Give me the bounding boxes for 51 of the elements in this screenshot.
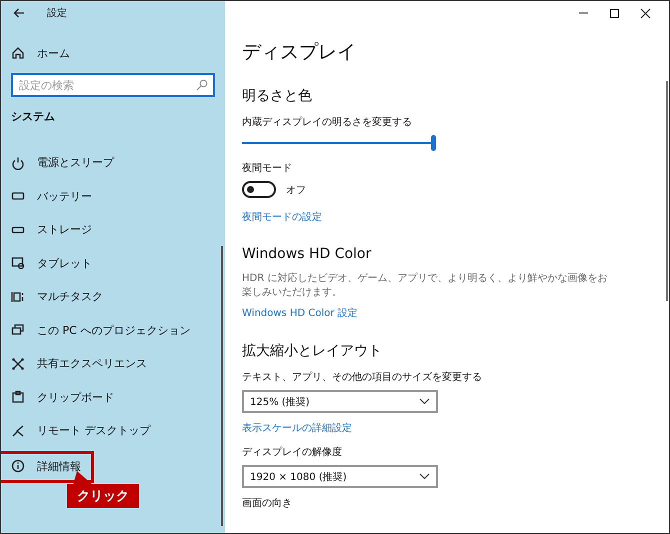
section-heading: 拡大縮小とレイアウト: [242, 342, 383, 360]
search-icon: [196, 79, 208, 91]
scrollbar[interactable]: [666, 81, 668, 301]
power-icon: [11, 156, 25, 170]
setting-label: ディスプレイの解像度: [242, 446, 343, 459]
nav-item[interactable]: ホーム: [1, 39, 225, 67]
dropdown[interactable]: 1920 × 1080 (推奨): [242, 465, 438, 488]
setting-label: 夜間モード: [242, 162, 293, 175]
settings-link[interactable]: Windows HD Color 設定: [242, 306, 669, 320]
nav-item[interactable]: 電源とスリープ: [1, 146, 225, 180]
multitask-icon: [11, 290, 25, 304]
callout-pointer-icon: [73, 471, 93, 485]
nav-item[interactable]: マルチタスク: [1, 280, 225, 314]
nav-item[interactable]: タブレット: [1, 246, 225, 280]
setting-label: 画面の向き: [242, 497, 293, 510]
section-heading: Windows HD Color: [242, 246, 372, 262]
share-icon: [11, 356, 25, 371]
settings-link[interactable]: 表示スケールの詳細設定: [242, 421, 669, 435]
projector-icon: [11, 323, 25, 338]
info-icon: [11, 459, 25, 474]
maximize-icon: [609, 8, 620, 18]
remote-icon: [11, 424, 25, 438]
nav-item[interactable]: 共有エクスペリエンス: [1, 347, 225, 380]
nav-item[interactable]: ストレージ: [1, 213, 225, 246]
settings-link[interactable]: 夜間モードの設定: [242, 210, 669, 224]
nav-item[interactable]: リモート デスクトップ: [1, 414, 225, 448]
description-text: HDR に対応したビデオ、ゲーム、アプリで、より明るく、より鮮やかな画像をお楽しみいただけます。: [242, 272, 608, 300]
chevron-down-icon: [419, 473, 430, 480]
nav-item[interactable]: バッテリー: [1, 180, 225, 213]
back-arrow-icon: [13, 8, 25, 18]
dropdown[interactable]: 125% (推奨): [242, 390, 438, 413]
setting-label: テキスト、アプリ、その他の項目のサイズを変更する: [242, 370, 483, 384]
chevron-down-icon: [419, 398, 430, 405]
window-title: 設定: [47, 6, 67, 20]
setting-label: 内蔵ディスプレイの明るさを変更する: [242, 116, 413, 129]
page-title: ディスプレイ: [242, 40, 357, 65]
section-heading: システム: [11, 109, 56, 124]
clipboard-icon: [11, 390, 25, 404]
close-icon: [640, 8, 651, 18]
toggle-switch[interactable]: [242, 181, 276, 198]
slider-track[interactable]: [242, 135, 436, 151]
search-field[interactable]: 設定の検索: [11, 73, 215, 97]
toggle-state: オフ: [286, 184, 306, 196]
back-button[interactable]: [11, 6, 27, 20]
section-heading: 明るさと色: [242, 87, 313, 105]
home-icon: [11, 46, 25, 60]
scrollbar[interactable]: [221, 246, 223, 526]
slider-thumb[interactable]: [431, 135, 436, 151]
tablet-icon: [11, 256, 25, 270]
nav-item[interactable]: クリップボード: [1, 380, 225, 414]
nav-item[interactable]: この PC へのプロジェクション: [1, 314, 225, 347]
